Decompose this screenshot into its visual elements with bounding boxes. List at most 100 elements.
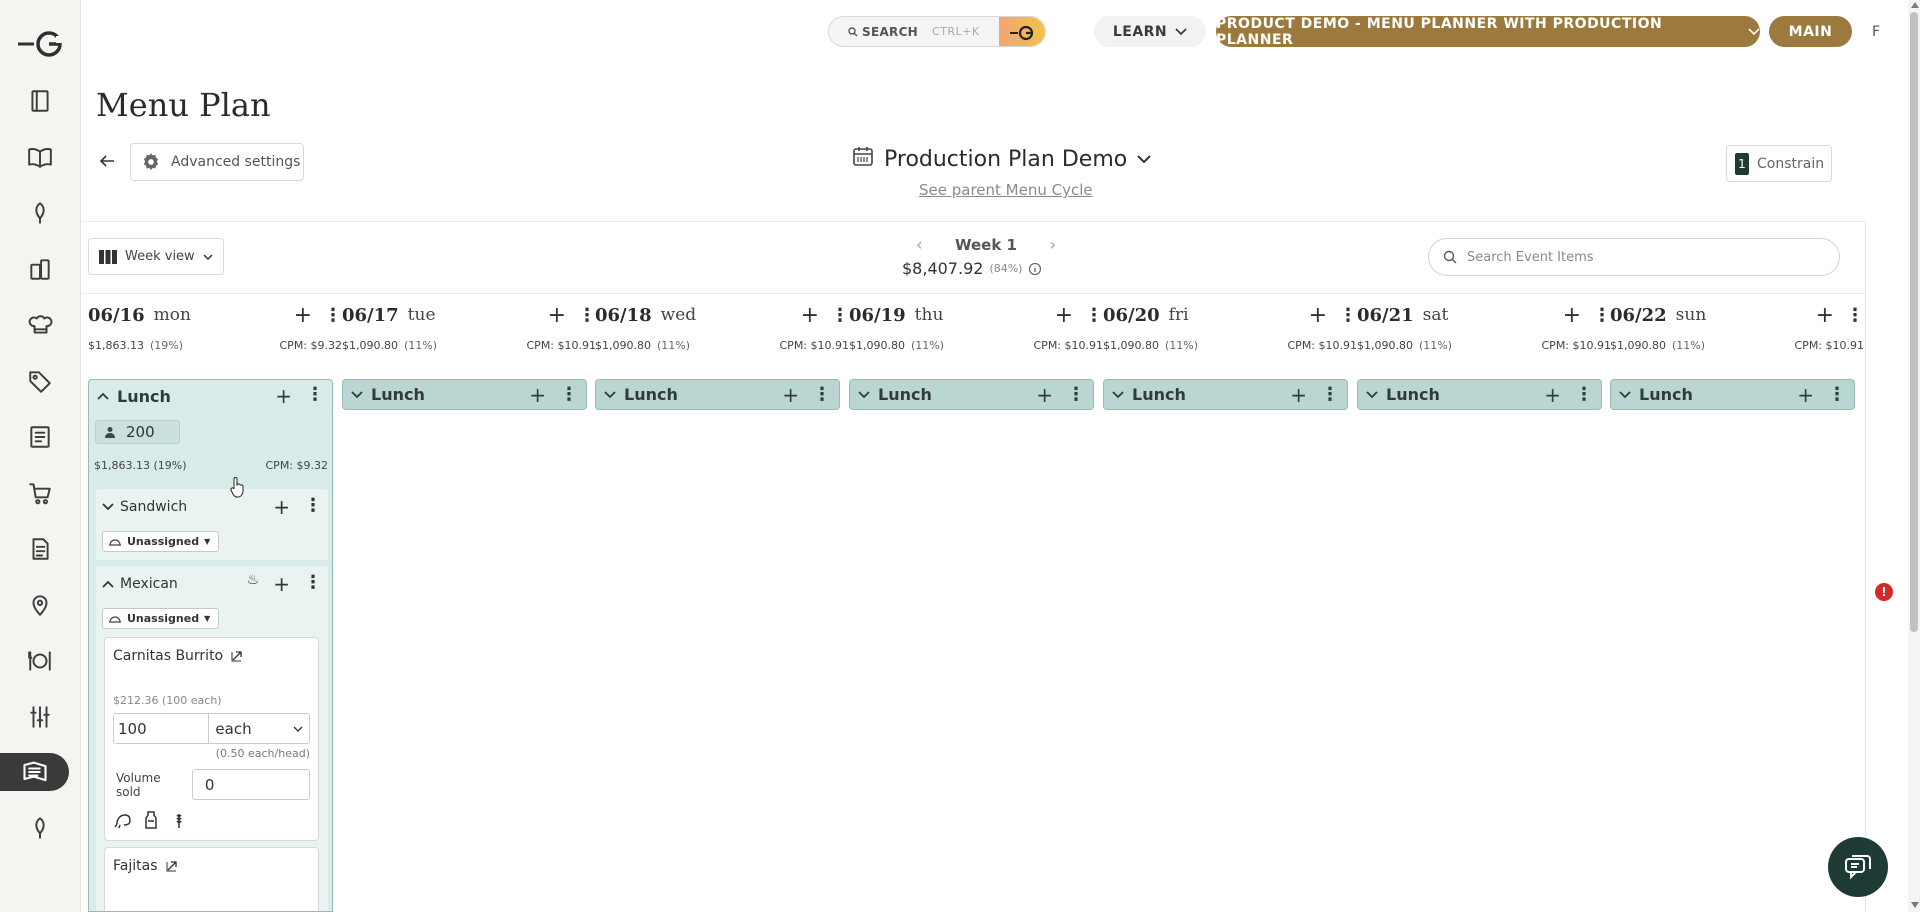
more-icon[interactable]: ⋮	[1593, 305, 1611, 326]
tag-icon[interactable]	[24, 365, 56, 397]
next-week-icon[interactable]: ›	[1050, 235, 1056, 254]
workspace-dropdown[interactable]: PRODUCT DEMO - MENU PLANNER WITH PRODUCT…	[1216, 16, 1760, 48]
assign-dropdown[interactable]: Unassigned ▼	[102, 608, 220, 629]
external-link-icon[interactable]	[231, 650, 243, 662]
info-icon[interactable]	[1028, 262, 1042, 276]
more-icon[interactable]: ⋮	[831, 305, 849, 326]
meal-lunch-thu[interactable]: Lunch + ⋮	[849, 379, 1094, 410]
assign-label: Unassigned	[127, 535, 200, 548]
meal-header[interactable]: Lunch + ⋮	[89, 380, 332, 412]
chevron-up-icon[interactable]	[97, 392, 109, 400]
quantity-input[interactable]: 100	[113, 713, 210, 744]
more-icon[interactable]: ⋮	[304, 572, 322, 596]
meal-lunch-sun[interactable]: Lunch + ⋮	[1610, 379, 1855, 410]
event-search-input[interactable]: Search Event Items	[1428, 238, 1840, 276]
sliders-icon[interactable]	[24, 701, 56, 733]
back-arrow-icon[interactable]	[96, 150, 118, 172]
chef-hat-icon[interactable]: ♨	[247, 572, 260, 596]
more-icon[interactable]: ⋮	[306, 384, 324, 408]
add-icon[interactable]: +	[273, 495, 290, 519]
menu-planner-icon[interactable]	[0, 753, 69, 791]
scroll-up-icon[interactable]	[1911, 2, 1919, 8]
more-icon[interactable]: ⋮	[1085, 305, 1103, 326]
add-icon[interactable]: +	[1290, 383, 1307, 407]
wheat-icon	[176, 814, 182, 828]
scroll-down-icon[interactable]	[1911, 902, 1919, 908]
chat-icon[interactable]	[1828, 837, 1888, 897]
add-icon[interactable]: +	[1797, 383, 1814, 407]
meal-lunch-tue[interactable]: Lunch + ⋮	[342, 379, 587, 410]
add-icon[interactable]: +	[782, 383, 799, 407]
add-icon[interactable]: +	[275, 384, 292, 408]
add-icon[interactable]: +	[1544, 383, 1561, 407]
more-icon[interactable]: ⋮	[813, 384, 831, 405]
more-icon[interactable]: ⋮	[324, 305, 342, 326]
add-icon[interactable]: +	[801, 303, 819, 328]
recipes-icon[interactable]	[24, 85, 56, 117]
assign-dropdown[interactable]: Unassigned ▼	[102, 531, 220, 552]
chevron-down-icon[interactable]	[604, 390, 616, 399]
constrain-button[interactable]: 1 Constrain	[1726, 145, 1832, 182]
plan-selector[interactable]: Production Plan Demo	[852, 145, 1151, 173]
more-icon[interactable]: ⋮	[1067, 384, 1085, 405]
external-link-icon[interactable]	[166, 860, 178, 872]
scrollbar-thumb[interactable]	[1910, 12, 1918, 632]
assistant-logo-icon[interactable]	[999, 17, 1045, 46]
volume-sold-label: Volume sold	[116, 770, 161, 799]
add-icon[interactable]: +	[273, 572, 290, 596]
more-icon[interactable]: ⋮	[304, 495, 322, 519]
more-icon[interactable]: ⋮	[1846, 305, 1864, 326]
dining-icon[interactable]	[24, 645, 56, 677]
divider	[81, 293, 1865, 294]
more-icon[interactable]: ⋮	[560, 384, 578, 405]
ingredient-icon[interactable]	[24, 197, 56, 229]
chevron-down-icon[interactable]	[351, 390, 363, 399]
document-icon[interactable]	[24, 533, 56, 565]
guest-count-field[interactable]: 200	[95, 420, 180, 444]
user-avatar[interactable]: F	[1861, 16, 1891, 47]
section-name: Mexican	[120, 576, 178, 592]
meal-lunch-wed[interactable]: Lunch + ⋮	[595, 379, 840, 410]
add-icon[interactable]: +	[529, 383, 546, 407]
meal-lunch-fri[interactable]: Lunch + ⋮	[1103, 379, 1348, 410]
products-icon[interactable]	[24, 253, 56, 285]
more-icon[interactable]: ⋮	[1339, 305, 1357, 326]
leaf-icon[interactable]	[24, 812, 56, 844]
add-icon[interactable]: +	[1309, 303, 1327, 328]
chevron-down-icon[interactable]	[858, 390, 870, 399]
location-icon[interactable]	[24, 589, 56, 621]
chevron-down-icon[interactable]	[1366, 390, 1378, 399]
cart-icon[interactable]	[24, 477, 56, 509]
advanced-settings-button[interactable]: Advanced settings	[130, 143, 304, 181]
learn-dropdown[interactable]: LEARN	[1094, 16, 1206, 47]
book-icon[interactable]	[24, 141, 56, 173]
more-icon[interactable]: ⋮	[1828, 384, 1846, 405]
more-icon[interactable]: ⋮	[578, 305, 596, 326]
day-pct: (11%)	[403, 339, 438, 352]
add-icon[interactable]: +	[1816, 303, 1834, 328]
checklist-icon[interactable]	[24, 421, 56, 453]
volume-sold-input[interactable]: 0	[191, 769, 310, 800]
chef-icon[interactable]	[24, 309, 56, 341]
chevron-down-icon[interactable]	[102, 503, 114, 511]
week-view-select[interactable]: Week view	[88, 238, 224, 275]
add-icon[interactable]: +	[548, 303, 566, 328]
add-icon[interactable]: +	[1036, 383, 1053, 407]
add-icon[interactable]: +	[1563, 303, 1581, 328]
unit-select[interactable]: each	[209, 713, 310, 744]
add-icon[interactable]: +	[1055, 303, 1073, 328]
main-button[interactable]: MAIN	[1769, 16, 1852, 47]
chevron-up-icon[interactable]	[102, 580, 114, 588]
parent-menu-cycle-link[interactable]: See parent Menu Cycle	[919, 181, 1093, 199]
add-icon[interactable]: +	[294, 303, 312, 328]
chevron-down-icon[interactable]	[1619, 390, 1631, 399]
day-column-mon: 06/16 mon + ⋮ $1,863.13 (19%) CPM: $9.32	[88, 300, 342, 353]
prev-week-icon[interactable]: ‹	[916, 235, 922, 254]
alert-icon[interactable]: !	[1875, 583, 1893, 601]
meal-lunch-sat[interactable]: Lunch + ⋮	[1357, 379, 1602, 410]
more-icon[interactable]: ⋮	[1321, 384, 1339, 405]
chevron-down-icon[interactable]	[1112, 390, 1124, 399]
global-search[interactable]: SEARCH CTRL+K	[828, 16, 1046, 47]
logo-icon[interactable]	[16, 26, 66, 62]
more-icon[interactable]: ⋮	[1575, 384, 1593, 405]
